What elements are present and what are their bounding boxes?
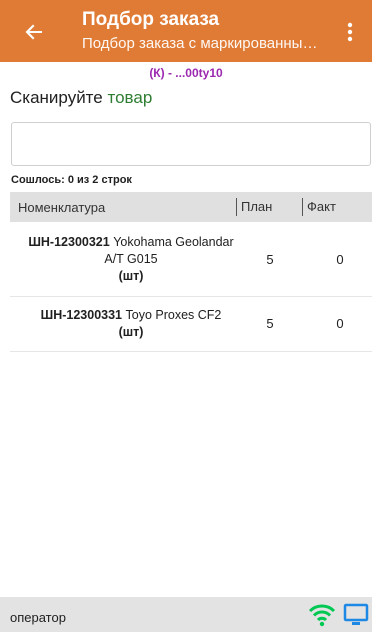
row-item-code: ШН-12300331 [40, 308, 123, 322]
row-item-title: Toyo Proxes CF2 [122, 308, 222, 322]
row-item-name: ШН-12300321 Yokohama Geolandar A/T G015 (… [20, 234, 242, 285]
app-bar: Подбор заказа Подбор заказа с маркирован… [0, 0, 372, 62]
monitor-icon [343, 603, 369, 627]
row-fact-value: 0 [336, 252, 344, 267]
table-row[interactable]: ШН-12300321 Yokohama Geolandar A/T G015 (… [10, 222, 372, 297]
row-item-unit: (шт) [118, 325, 144, 339]
table-row[interactable]: ШН-12300331 Toyo Proxes CF2 (шт) 5 0 [10, 297, 372, 352]
scan-input[interactable] [11, 122, 371, 166]
row-plan-value: 5 [266, 316, 274, 331]
scan-prompt-text: Сканируйте [10, 88, 108, 107]
page-subtitle: Подбор заказа с маркированным товаром [82, 35, 322, 52]
status-bar: оператор [0, 597, 372, 632]
row-fact-value: 0 [336, 316, 344, 331]
row-plan-value: 5 [266, 252, 274, 267]
scan-prompt-highlight: товар [107, 88, 153, 107]
list-empty-area [10, 352, 372, 596]
table-header: Номенклатура План Факт [10, 192, 372, 222]
row-item-code: ШН-12300321 [28, 235, 110, 249]
row-item-name: ШН-12300331 Toyo Proxes CF2 (шт) [20, 307, 242, 341]
row-item-title: Yokohama Geolandar A/T G015 [104, 235, 234, 266]
column-header-plan: План [236, 198, 272, 216]
document-code: (К) - ...00ty10 [149, 66, 223, 80]
more-vert-icon[interactable] [340, 18, 360, 46]
page-title: Подбор заказа [82, 9, 220, 30]
user-name: оператор [10, 610, 66, 625]
wifi-icon [308, 603, 336, 627]
arrow-left-icon[interactable] [22, 20, 46, 44]
scan-prompt: Сканируйте товар [10, 88, 152, 108]
row-item-unit: (шт) [118, 269, 144, 283]
column-header-name: Номенклатура [18, 200, 106, 215]
column-header-fact: Факт [302, 198, 336, 216]
match-counter: Сошлось: 0 из 2 строк [11, 174, 132, 186]
